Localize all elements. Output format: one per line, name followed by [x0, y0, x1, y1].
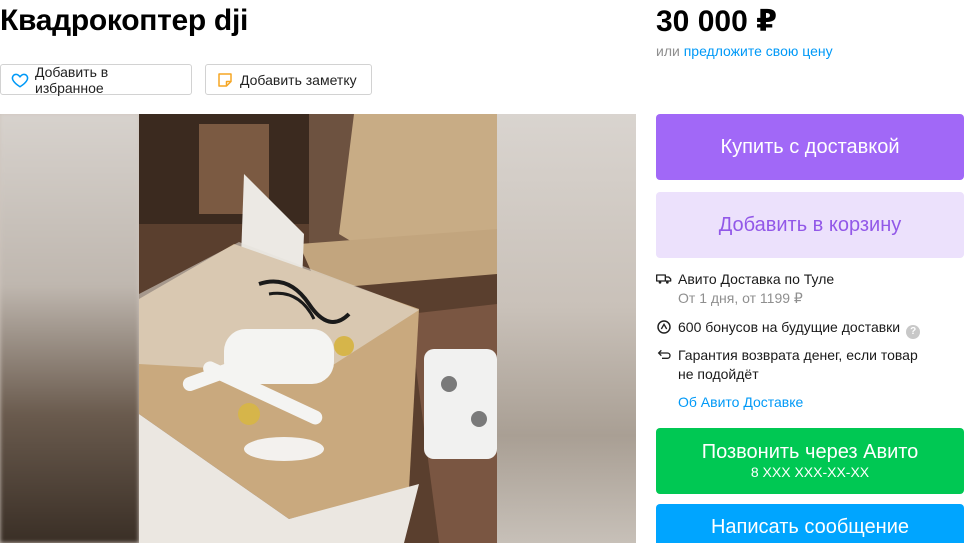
delivery-info: Авито Доставка по Туле От 1 дня, от 1199… [656, 270, 834, 308]
buy-with-delivery-button[interactable]: Купить с доставкой [656, 114, 964, 180]
gallery-blur-right [496, 114, 636, 543]
add-note-button[interactable]: Добавить заметку [205, 64, 372, 95]
favorite-label: Добавить в избранное [35, 63, 109, 96]
price-offer: или предложите свою цену [656, 43, 833, 59]
add-to-favorites-button[interactable]: Добавить в избранное [0, 63, 192, 96]
bonus-info: 600 бонусов на будущие доставки? [656, 318, 921, 339]
message-label: Написать сообщение [710, 516, 909, 538]
bonus-coin-icon [656, 319, 672, 335]
call-via-avito-button[interactable]: Позвонить через Авито 8 XXX XXX-XX-XX [656, 428, 964, 494]
delivery-title: Авито Доставка по Туле [678, 271, 835, 287]
call-label: Позвонить через Авито [701, 441, 919, 463]
photo-gallery[interactable] [0, 114, 636, 543]
guarantee-info: Гарантия возврата денег, если товар не п… [656, 346, 918, 384]
offer-prefix: или [656, 43, 680, 59]
buy-label: Купить с доставкой [720, 135, 900, 158]
bonus-text: 600 бонусов на будущие доставки [678, 319, 901, 335]
add-to-cart-button[interactable]: Добавить в корзину [656, 192, 964, 258]
listing-price: 30 000 ₽ [656, 5, 777, 38]
guarantee-line2: не подойдёт [678, 366, 759, 382]
truck-icon [656, 271, 672, 287]
heart-icon [11, 71, 29, 89]
guarantee-line1: Гарантия возврата денег, если товар [678, 347, 918, 363]
note-label: Добавить заметку [240, 71, 357, 88]
return-arrow-icon [656, 347, 672, 363]
delivery-details: От 1 дня, от 1199 ₽ [678, 290, 803, 306]
cart-label: Добавить в корзину [718, 213, 902, 236]
write-message-button[interactable]: Написать сообщение [656, 504, 964, 543]
about-delivery-link[interactable]: Об Авито Доставке [678, 394, 803, 410]
call-phone: 8 XXX XXX-XX-XX [750, 464, 870, 480]
help-icon[interactable]: ? [906, 324, 921, 339]
offer-price-link[interactable]: предложите свою цену [684, 43, 833, 59]
note-icon [216, 71, 234, 89]
listing-title: Квадрокоптер dji [0, 4, 249, 37]
gallery-blur-left [0, 114, 139, 543]
listing-photo[interactable] [139, 114, 497, 543]
